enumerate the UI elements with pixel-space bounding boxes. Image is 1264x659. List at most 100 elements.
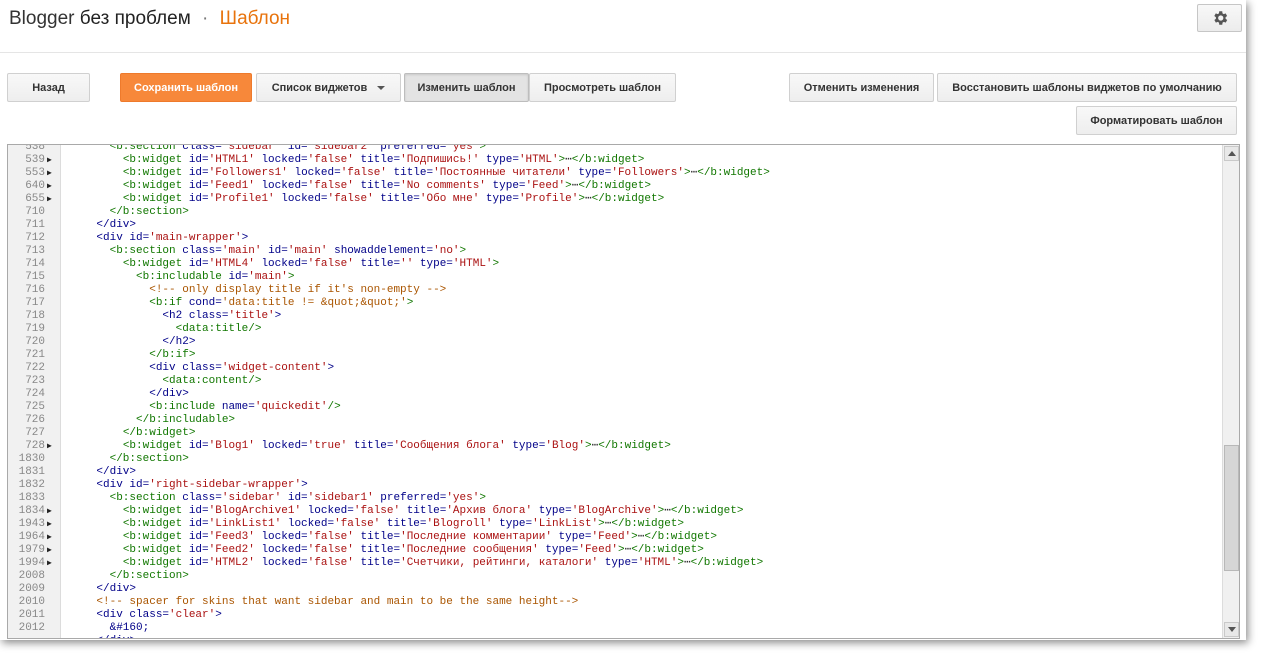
fold-arrow-icon[interactable]: ▶	[47, 167, 52, 180]
code-line[interactable]: 723 <data:content/>	[8, 375, 1221, 388]
code-line[interactable]: 2009 </div>	[8, 583, 1221, 596]
code-line[interactable]: 539 ▶ <b:widget id='HTML1' locked='false'…	[8, 154, 1221, 167]
code-line[interactable]: 715 <b:includable id='main'>	[8, 271, 1221, 284]
settings-button[interactable]	[1197, 4, 1242, 32]
code-line[interactable]: 1832 <div id='right-sidebar-wrapper'>	[8, 479, 1221, 492]
code-text: <div class='clear'>	[96, 609, 222, 621]
code-text: <h2 class='title'>	[162, 310, 282, 322]
code-line[interactable]: 711 </div>	[8, 219, 1221, 232]
line-number: 553	[25, 167, 45, 179]
line-number: 539	[25, 154, 45, 166]
line-number: 712	[25, 232, 45, 244]
fold-arrow-icon[interactable]: ▶	[47, 193, 52, 206]
code-line[interactable]: 553 ▶ <b:widget id='Followers1' locked='f…	[8, 167, 1221, 180]
code-line[interactable]: 712 <div id='main-wrapper'>	[8, 232, 1221, 245]
code-line[interactable]: 1833 <b:section class='sidebar' id='side…	[8, 492, 1221, 505]
code-line[interactable]: 2011 <div class='clear'>	[8, 609, 1221, 622]
code-line[interactable]: 1994 ▶ <b:widget id='HTML2' locked='false…	[8, 557, 1221, 570]
code-line[interactable]: 718 <h2 class='title'>	[8, 310, 1221, 323]
vertical-scrollbar[interactable]	[1222, 145, 1239, 638]
line-number: 722	[25, 362, 45, 374]
code-line[interactable]: 719 <data:title/>	[8, 323, 1221, 336]
fold-arrow-icon[interactable]: ▶	[47, 180, 52, 193]
preview-template-button[interactable]: Просмотреть шаблон	[529, 73, 676, 102]
line-number: 728	[25, 440, 45, 452]
scroll-up-arrow-icon[interactable]	[1224, 146, 1239, 161]
edit-template-button[interactable]: Изменить шаблон	[404, 73, 529, 102]
code-line[interactable]: 720 </h2>	[8, 336, 1221, 349]
line-number: 715	[25, 271, 45, 283]
line-number: 724	[25, 388, 45, 400]
code-text: <data:content/>	[162, 375, 262, 387]
code-editor[interactable]: 538 <b:section class='sidebar' id='sideb…	[7, 144, 1240, 639]
code-line[interactable]: 2010 <!-- spacer for skins that want sid…	[8, 596, 1221, 609]
scrollbar-thumb[interactable]	[1224, 445, 1239, 571]
code-line[interactable]: 2012 &#160;	[8, 622, 1221, 635]
code-line[interactable]: 728 ▶ <b:widget id='Blog1' locked='true' …	[8, 440, 1221, 453]
save-template-button[interactable]: Сохранить шаблон	[120, 73, 252, 102]
code-text: &#160;	[109, 622, 150, 634]
code-line[interactable]: 716 <!-- only display title if it's non-…	[8, 284, 1221, 297]
code-text: </b:section>	[109, 453, 189, 465]
code-line[interactable]: 1834 ▶ <b:widget id='BlogArchive1' locked…	[8, 505, 1221, 518]
code-line[interactable]: 1830 </b:section>	[8, 453, 1221, 466]
line-number: 1831	[18, 466, 45, 478]
code-text: <b:widget id='HTML2' locked='false' titl…	[122, 557, 764, 569]
line-number: 1830	[18, 453, 45, 465]
code-text: <b:widget id='Feed2' locked='false' titl…	[122, 544, 704, 556]
code-line[interactable]: 713 <b:section class='main' id='main' sh…	[8, 245, 1221, 258]
code-line[interactable]: 1964 ▶ <b:widget id='Feed3' locked='false…	[8, 531, 1221, 544]
code-line[interactable]: 721 </b:if>	[8, 349, 1221, 362]
code-line[interactable]: 727 </b:widget>	[8, 427, 1221, 440]
code-line[interactable]: 717 <b:if cond='data:title != &quot;&quo…	[8, 297, 1221, 310]
fold-arrow-icon[interactable]: ▶	[47, 518, 52, 531]
code-line[interactable]: 1943 ▶ <b:widget id='LinkList1' locked='f…	[8, 518, 1221, 531]
code-line[interactable]: 710 </b:section>	[8, 206, 1221, 219]
line-number: 640	[25, 180, 45, 192]
fold-arrow-icon[interactable]: ▶	[47, 544, 52, 557]
line-number: 655	[25, 193, 45, 205]
code-line[interactable]: 724 </div>	[8, 388, 1221, 401]
blog-name-secondary[interactable]: без проблем	[80, 8, 191, 29]
code-text: <b:section class='main' id='main' showad…	[109, 245, 467, 257]
fold-arrow-icon[interactable]: ▶	[47, 505, 52, 518]
code-line[interactable]: 722 <div class='widget-content'>	[8, 362, 1221, 375]
code-line[interactable]: 726 </b:includable>	[8, 414, 1221, 427]
code-line[interactable]: </div>	[8, 635, 1221, 638]
fold-arrow-icon[interactable]: ▶	[47, 154, 52, 167]
fold-arrow-icon[interactable]: ▶	[47, 531, 52, 544]
breadcrumb: Blogger без проблем · Шаблон	[9, 8, 290, 30]
code-line[interactable]: 1831 </div>	[8, 466, 1221, 479]
code-line[interactable]: 725 <b:include name='quickedit'/>	[8, 401, 1221, 414]
code-line[interactable]: 538 <b:section class='sidebar' id='sideb…	[8, 144, 1221, 154]
code-line[interactable]: 640 ▶ <b:widget id='Feed1' locked='false'…	[8, 180, 1221, 193]
code-line[interactable]: 655 ▶ <b:widget id='Profile1' locked='fal…	[8, 193, 1221, 206]
code-text: </div>	[149, 388, 189, 400]
restore-widget-templates-button[interactable]: Восстановить шаблоны виджетов по умолчан…	[937, 73, 1237, 102]
code-text: <b:widget id='Blog1' locked='true' title…	[122, 440, 671, 452]
widgets-list-dropdown[interactable]: Список виджетов	[256, 73, 401, 102]
code-text: </div>	[96, 466, 137, 478]
fold-arrow-icon[interactable]: ▶	[47, 557, 52, 570]
blog-name-primary[interactable]: Blogger	[9, 8, 75, 29]
page-title: Шаблон	[219, 8, 291, 29]
fold-arrow-icon[interactable]: ▶	[47, 440, 52, 453]
code-text: </b:widget>	[122, 427, 196, 439]
format-template-button[interactable]: Форматировать шаблон	[1076, 106, 1237, 135]
line-number: 1832	[18, 479, 45, 491]
code-line[interactable]: 2008 </b:section>	[8, 570, 1221, 583]
code-text: <b:section class='sidebar' id='sidebar1'…	[109, 492, 486, 504]
code-text: <b:widget id='Followers1' locked='false'…	[122, 167, 770, 179]
code-line[interactable]: 1979 ▶ <b:widget id='Feed2' locked='false…	[8, 544, 1221, 557]
line-number: 714	[25, 258, 45, 270]
code-text: <b:if cond='data:title != &quot;&quot;'>	[149, 297, 414, 309]
code-text: <b:includable id='main'>	[136, 271, 295, 283]
code-line[interactable]: 714 <b:widget id='HTML4' locked='false' …	[8, 258, 1221, 271]
back-button[interactable]: Назад	[7, 73, 90, 102]
line-number: 713	[25, 245, 45, 257]
scroll-down-arrow-icon[interactable]	[1224, 622, 1239, 637]
revert-changes-button[interactable]: Отменить изменения	[789, 73, 934, 102]
line-number: 538	[25, 144, 45, 153]
line-number: 719	[25, 323, 45, 335]
code-text: </b:if>	[149, 349, 196, 361]
